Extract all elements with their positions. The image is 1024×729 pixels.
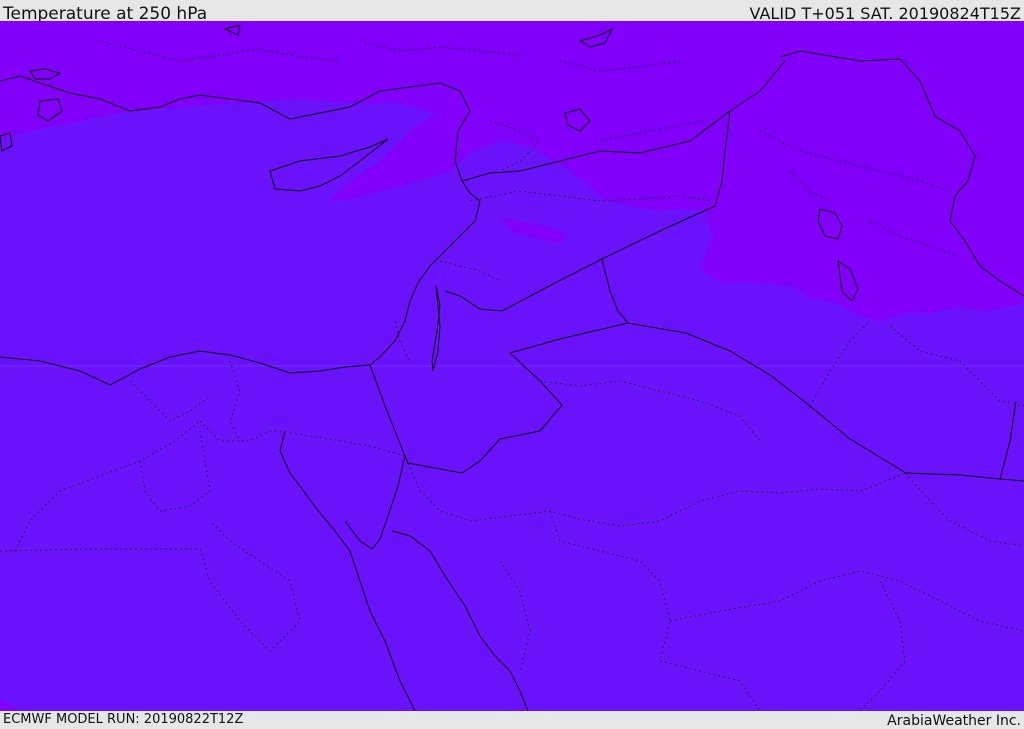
map-canvas	[0, 21, 1024, 711]
map-area[interactable]	[0, 21, 1024, 711]
model-run-label: ECMWF MODEL RUN: 20190822T12Z	[3, 712, 244, 727]
credit-label: ArabiaWeather Inc.	[887, 713, 1021, 729]
footer-bar: ECMWF MODEL RUN: 20190822T12Z ArabiaWeat…	[0, 711, 1024, 729]
header-bar: Temperature at 250 hPa VALID T+051 SAT. …	[0, 0, 1024, 24]
